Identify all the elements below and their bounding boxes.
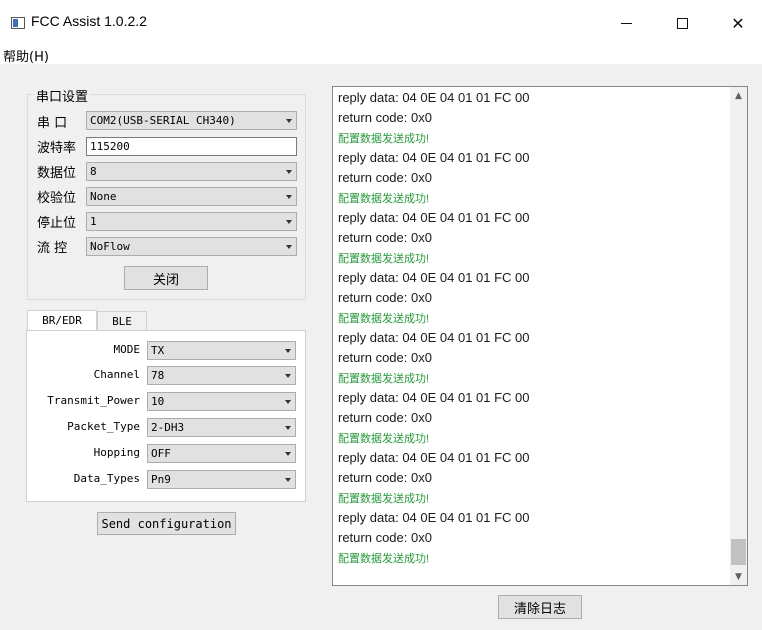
log-line: return code: 0x0 xyxy=(338,290,432,305)
parity-select[interactable]: None xyxy=(86,187,297,206)
data-types-select[interactable]: Pn9 xyxy=(147,470,296,489)
send-configuration-button[interactable]: Send configuration xyxy=(97,512,236,535)
clear-log-button[interactable]: 清除日志 xyxy=(498,595,582,619)
log-output[interactable]: reply data: 04 0E 04 01 01 FC 00 return c… xyxy=(332,86,748,586)
log-line: 配置数据发送成功! xyxy=(338,253,430,265)
menu-bar: 帮助(H) xyxy=(0,44,762,65)
databits-value: 8 xyxy=(90,165,97,178)
chevron-down-icon xyxy=(286,195,292,199)
port-label: 串 口 xyxy=(37,116,68,131)
log-line: return code: 0x0 xyxy=(338,110,432,125)
packet-type-label: Packet_Type xyxy=(67,420,140,433)
transmit-power-value: 10 xyxy=(151,395,165,408)
maximize-icon xyxy=(676,17,688,29)
serial-settings-title: 串口设置 xyxy=(34,86,91,105)
log-line: return code: 0x0 xyxy=(338,470,432,485)
log-line: return code: 0x0 xyxy=(338,170,432,185)
close-port-button[interactable]: 关闭 xyxy=(124,266,208,290)
chevron-down-icon xyxy=(285,426,291,430)
chevron-down-icon xyxy=(285,478,291,482)
transmit-power-select[interactable]: 10 xyxy=(147,392,296,411)
log-line: reply data: 04 0E 04 01 01 FC 00 xyxy=(338,450,530,465)
parity-value: None xyxy=(90,190,117,203)
chevron-down-icon xyxy=(285,374,291,378)
scroll-thumb[interactable] xyxy=(731,539,746,565)
log-line: reply data: 04 0E 04 01 01 FC 00 xyxy=(338,510,530,525)
channel-select[interactable]: 78 xyxy=(147,366,296,385)
data-types-label: Data_Types xyxy=(73,472,140,485)
log-line: return code: 0x0 xyxy=(338,530,432,545)
chevron-down-icon xyxy=(285,349,291,353)
baud-value: 115200 xyxy=(90,140,130,153)
log-line: 配置数据发送成功! xyxy=(338,373,430,385)
hopping-select[interactable]: OFF xyxy=(147,444,296,463)
scroll-down-arrow-icon[interactable]: ▼ xyxy=(730,568,747,585)
log-line: 配置数据发送成功! xyxy=(338,133,430,145)
chevron-down-icon xyxy=(286,245,292,249)
minimize-button[interactable] xyxy=(606,10,646,36)
hopping-value: OFF xyxy=(151,447,171,460)
stopbits-label: 停止位 xyxy=(37,216,77,231)
log-line: reply data: 04 0E 04 01 01 FC 00 xyxy=(338,90,530,105)
flow-select[interactable]: NoFlow xyxy=(86,237,297,256)
packet-type-value: 2-DH3 xyxy=(151,421,185,434)
scroll-up-arrow-icon[interactable]: ▲ xyxy=(730,87,747,104)
chevron-down-icon xyxy=(286,170,292,174)
maximize-button[interactable] xyxy=(662,10,702,36)
send-configuration-label: Send configuration xyxy=(101,516,232,531)
log-line: return code: 0x0 xyxy=(338,350,432,365)
stopbits-value: 1 xyxy=(90,215,97,228)
parity-label: 校验位 xyxy=(37,191,77,206)
tab-bredr-label: BR/EDR xyxy=(42,314,82,327)
close-icon: ✕ xyxy=(731,13,745,33)
transmit-power-label: Transmit_Power xyxy=(47,394,140,407)
log-line: reply data: 04 0E 04 01 01 FC 00 xyxy=(338,330,530,345)
channel-label: Channel xyxy=(93,368,140,381)
hopping-label: Hopping xyxy=(93,446,140,459)
log-line: reply data: 04 0E 04 01 01 FC 00 xyxy=(338,390,530,405)
log-line: 配置数据发送成功! xyxy=(338,433,430,445)
log-line: reply data: 04 0E 04 01 01 FC 00 xyxy=(338,150,530,165)
close-window-button[interactable]: ✕ xyxy=(718,10,758,36)
databits-select[interactable]: 8 xyxy=(86,162,297,181)
log-line: reply data: 04 0E 04 01 01 FC 00 xyxy=(338,210,530,225)
mode-select[interactable]: TX xyxy=(147,341,296,360)
window-title: FCC Assist 1.0.2.2 xyxy=(31,13,147,29)
app-icon xyxy=(11,17,25,29)
log-line: return code: 0x0 xyxy=(338,230,432,245)
clear-log-label: 清除日志 xyxy=(513,601,566,617)
flow-value: NoFlow xyxy=(90,240,130,253)
chevron-down-icon xyxy=(286,220,292,224)
minimize-icon xyxy=(620,22,632,24)
log-line: 配置数据发送成功! xyxy=(338,313,430,325)
stopbits-select[interactable]: 1 xyxy=(86,212,297,231)
log-line: 配置数据发送成功! xyxy=(338,193,430,205)
tab-ble-label: BLE xyxy=(112,314,132,328)
chevron-down-icon xyxy=(286,119,292,123)
chevron-down-icon xyxy=(285,400,291,404)
tab-ble[interactable]: BLE xyxy=(97,311,147,330)
port-select[interactable]: COM2(USB-SERIAL CH340) xyxy=(86,111,297,130)
data-types-value: Pn9 xyxy=(151,473,171,486)
mode-label: MODE xyxy=(113,343,141,356)
close-port-label: 关闭 xyxy=(152,272,179,288)
baud-input[interactable]: 115200 xyxy=(86,137,297,156)
log-line: return code: 0x0 xyxy=(338,410,432,425)
menu-help[interactable]: 帮助(H) xyxy=(3,46,49,65)
baud-label: 波特率 xyxy=(37,141,77,156)
mode-value: TX xyxy=(151,344,165,357)
log-scrollbar[interactable]: ▲ ▼ xyxy=(730,87,747,585)
packet-type-select[interactable]: 2-DH3 xyxy=(147,418,296,437)
flow-label: 流 控 xyxy=(37,241,68,256)
chevron-down-icon xyxy=(285,452,291,456)
port-value: COM2(USB-SERIAL CH340) xyxy=(90,114,236,127)
log-line: reply data: 04 0E 04 01 01 FC 00 xyxy=(338,270,530,285)
tab-bredr[interactable]: BR/EDR xyxy=(27,310,97,330)
log-line: 配置数据发送成功! xyxy=(338,493,430,505)
databits-label: 数据位 xyxy=(37,166,77,181)
title-bar[interactable]: FCC Assist 1.0.2.2 ✕ xyxy=(0,0,762,44)
channel-value: 78 xyxy=(151,369,165,382)
log-line: 配置数据发送成功! xyxy=(338,553,430,565)
